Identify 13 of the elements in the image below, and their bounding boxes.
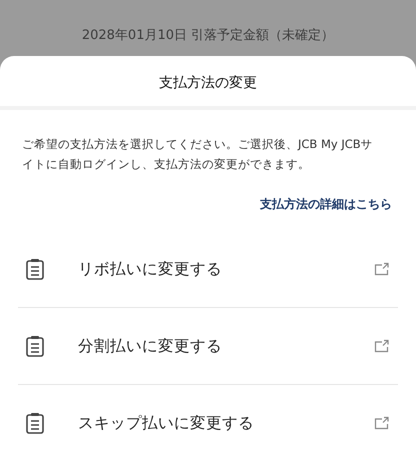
clipboard-icon (26, 412, 44, 434)
details-link[interactable]: 支払方法の詳細はこちら (260, 196, 392, 213)
external-link-icon (374, 262, 390, 276)
option-label[interactable]: 分割払いに変更する (78, 336, 374, 356)
external-link-icon (374, 339, 390, 353)
external-link-icon (374, 416, 390, 430)
clipboard-icon (26, 258, 44, 280)
billing-date-label: 2028年01月10日 引落予定金額（未確定） (82, 27, 334, 44)
clipboard-icon (26, 335, 44, 357)
option-label[interactable]: リボ払いに変更する (78, 258, 374, 280)
description-text: ご希望の支払方法を選択してください。ご選択後、JCB My JCBサイトに自動ログインし、支払方法の変更ができます。 (21, 136, 374, 173)
sheet-title: 支払方法の変更 (0, 56, 416, 110)
option-label[interactable]: スキップ払いに変更する (78, 412, 374, 434)
